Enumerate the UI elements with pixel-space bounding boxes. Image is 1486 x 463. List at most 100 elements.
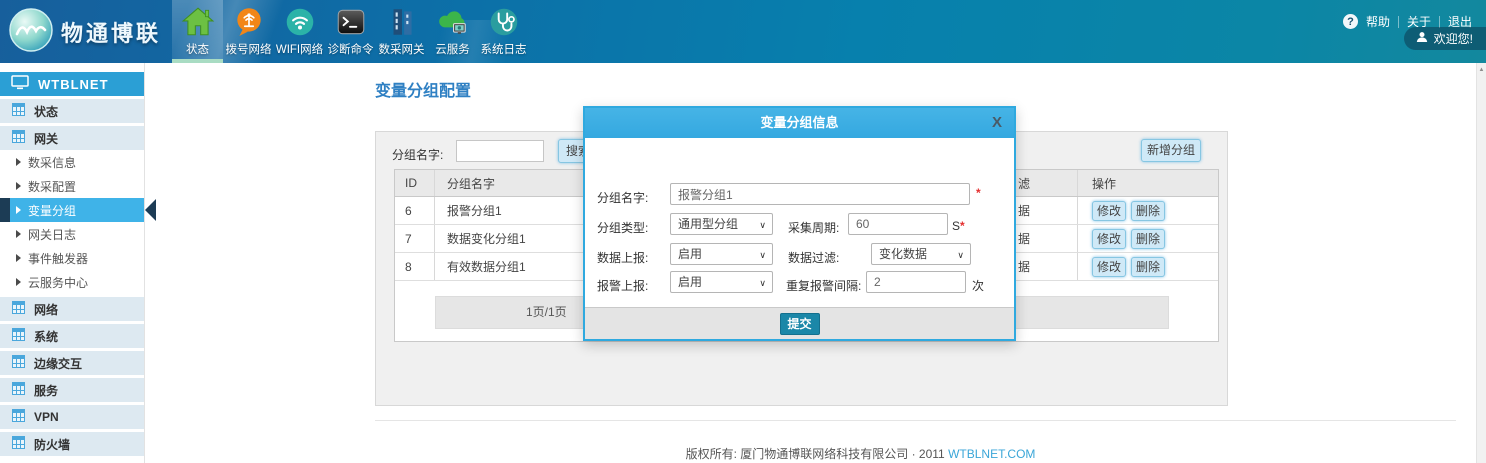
- alarm-report-value: 启用: [678, 275, 702, 289]
- edit-button[interactable]: 修改: [1092, 201, 1126, 221]
- add-group-button[interactable]: 新增分组: [1141, 139, 1201, 162]
- delete-button[interactable]: 删除: [1131, 229, 1165, 249]
- sidebar-header: WTBLNET: [0, 72, 144, 96]
- data-filter-select[interactable]: 变化数据 ∨: [871, 243, 971, 265]
- cloud-icon: [436, 5, 470, 39]
- cell-actions: 修改 删除: [1078, 257, 1218, 277]
- alarm-interval-label: 重复报警间隔:: [786, 277, 861, 294]
- nav-item-cloud-service[interactable]: 云服务: [427, 0, 478, 63]
- monitor-icon: [11, 75, 29, 93]
- home-icon: [181, 5, 215, 39]
- group-type-value: 通用型分组: [678, 217, 738, 231]
- nav-item-daq-gateway[interactable]: 数采网关: [376, 0, 427, 63]
- sidebar-item-variable-group[interactable]: 变量分组: [0, 198, 144, 222]
- submenu-arrow-icon: [16, 158, 21, 166]
- nav-label: 拨号网络: [226, 41, 272, 57]
- delete-button[interactable]: 删除: [1131, 201, 1165, 221]
- group-name-input[interactable]: [670, 183, 970, 205]
- submenu-arrow-icon: [16, 230, 21, 238]
- edit-button[interactable]: 修改: [1092, 229, 1126, 249]
- sidebar-item-label: 变量分组: [28, 202, 76, 219]
- nav-label: 系统日志: [481, 41, 527, 57]
- sidebar-item-system[interactable]: 系统: [0, 324, 144, 348]
- sidebar-item-label: 数采信息: [28, 154, 76, 171]
- close-icon[interactable]: X: [992, 108, 1002, 138]
- delete-button[interactable]: 删除: [1131, 257, 1165, 277]
- sidebar-item-network[interactable]: 网络: [0, 297, 144, 321]
- sidebar-item-label: 系统: [34, 328, 58, 345]
- vertical-scrollbar[interactable]: ▲: [1476, 63, 1486, 463]
- nav-item-system-log[interactable]: 系统日志: [478, 0, 529, 63]
- grid-icon: [12, 301, 25, 317]
- welcome-text: 欢迎您!: [1434, 30, 1473, 47]
- sidebar-item-firewall[interactable]: 防火墙: [0, 432, 144, 456]
- copyright-text: 版权所有: 厦门物通博联网络科技有限公司: [686, 447, 909, 461]
- help-link[interactable]: 帮助: [1366, 13, 1390, 30]
- grid-icon: [12, 409, 25, 425]
- nav-item-dial-network[interactable]: 拨号网络: [223, 0, 274, 63]
- cell-actions: 修改 删除: [1078, 229, 1218, 249]
- nav-item-diagnostic-command[interactable]: 诊断命令: [325, 0, 376, 63]
- grid-icon: [12, 103, 25, 119]
- footer-link[interactable]: WTBLNET.COM: [948, 447, 1035, 461]
- header-id: ID: [395, 170, 435, 196]
- required-asterisk: *: [960, 219, 965, 233]
- syslog-icon: [487, 5, 521, 39]
- sidebar-item-daq-info[interactable]: 数采信息: [0, 150, 144, 174]
- sidebar-item-event-trigger[interactable]: 事件触发器: [0, 246, 144, 270]
- sidebar-item-service[interactable]: 服务: [0, 378, 144, 402]
- brand-logo: 物通博联: [8, 7, 161, 56]
- dial-network-icon: [232, 5, 266, 39]
- sidebar-title: WTBLNET: [38, 77, 109, 92]
- search-input[interactable]: [456, 140, 544, 162]
- alarm-report-label: 报警上报:: [597, 277, 648, 294]
- chevron-down-icon: ∨: [759, 273, 766, 293]
- chevron-down-icon: ∨: [759, 245, 766, 265]
- edit-button[interactable]: 修改: [1092, 257, 1126, 277]
- interval-unit: 次: [972, 277, 984, 294]
- submit-button[interactable]: 提交: [780, 313, 820, 335]
- scroll-up-icon[interactable]: ▲: [1477, 67, 1486, 73]
- sidebar-item-status[interactable]: 状态: [0, 99, 144, 123]
- top-header: 物通博联 状态: [0, 0, 1486, 63]
- sidebar-item-vpn[interactable]: VPN: [0, 405, 144, 429]
- sidebar-item-label: VPN: [34, 410, 59, 424]
- sidebar-item-label: 事件触发器: [28, 250, 88, 267]
- data-report-value: 启用: [678, 247, 702, 261]
- grid-icon: [12, 436, 25, 452]
- sidebar-item-gateway[interactable]: 网关: [0, 126, 144, 150]
- nav-item-wifi-network[interactable]: WIFI网络: [274, 0, 325, 63]
- footer-copyright: 版权所有: 厦门物通博联网络科技有限公司 · 2011 WTBLNET.COM: [265, 445, 1456, 462]
- group-type-label: 分组类型:: [597, 219, 648, 236]
- welcome-badge[interactable]: 欢迎您!: [1404, 27, 1486, 50]
- nav-label: 诊断命令: [328, 41, 374, 57]
- group-type-select[interactable]: 通用型分组 ∨: [670, 213, 773, 235]
- sidebar-item-daq-config[interactable]: 数采配置: [0, 174, 144, 198]
- app-window: 物通博联 状态: [0, 0, 1486, 463]
- sidebar-item-label: 防火墙: [34, 436, 70, 453]
- sidebar-item-gateway-log[interactable]: 网关日志: [0, 222, 144, 246]
- data-report-select[interactable]: 启用 ∨: [670, 243, 773, 265]
- group-name-label: 分组名字:: [597, 189, 648, 206]
- dialog-header: 变量分组信息 X: [585, 108, 1014, 138]
- sidebar-item-label: 网关日志: [28, 226, 76, 243]
- nav-item-status[interactable]: 状态: [172, 0, 223, 63]
- nav-label: 数采网关: [379, 41, 425, 57]
- data-filter-label: 数据过滤:: [788, 249, 839, 266]
- header-action: 操作: [1078, 175, 1218, 192]
- dialog-body: 分组名字: * 分组类型: 通用型分组 ∨ 采集周期: S* 数据上报: 启用 …: [585, 138, 1014, 307]
- cell-id: 7: [395, 225, 435, 252]
- alarm-interval-input[interactable]: [866, 271, 966, 293]
- nav-label: 云服务: [435, 41, 470, 57]
- dialog-footer: 提交: [585, 307, 1014, 339]
- copyright-year: 2011: [919, 447, 945, 461]
- sidebar-item-cloud-center[interactable]: 云服务中心: [0, 270, 144, 294]
- gateway-icon: [385, 5, 419, 39]
- sidebar-item-edge-interaction[interactable]: 边缘交互: [0, 351, 144, 375]
- sidebar-item-label: 网络: [34, 301, 58, 318]
- cell-filter-partial: 据: [1008, 225, 1078, 252]
- alarm-report-select[interactable]: 启用 ∨: [670, 271, 773, 293]
- variable-group-dialog: 变量分组信息 X 分组名字: * 分组类型: 通用型分组 ∨ 采集周期: S* …: [583, 106, 1016, 341]
- collect-period-input[interactable]: [848, 213, 948, 235]
- help-icon[interactable]: ?: [1343, 14, 1358, 29]
